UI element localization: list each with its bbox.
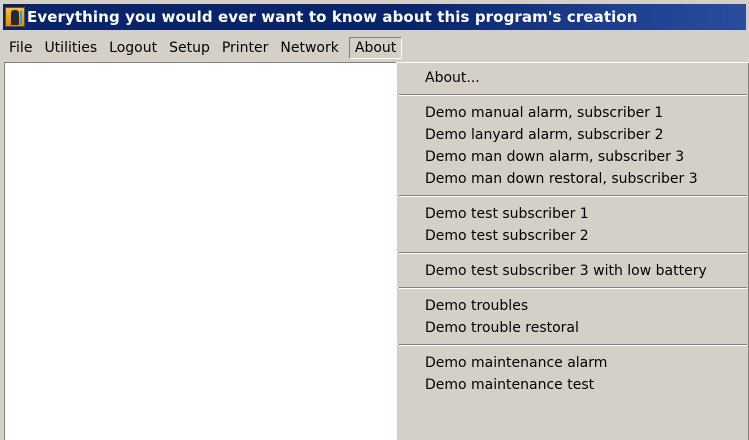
- menu-item-demo-man-down-alarm[interactable]: Demo man down alarm, subscriber 3: [397, 146, 749, 168]
- menu-separator: [399, 94, 747, 96]
- window-title: Everything you would ever want to know a…: [27, 8, 638, 26]
- about-dropdown-menu: About... Demo manual alarm, subscriber 1…: [396, 62, 749, 440]
- menu-logout[interactable]: Logout: [103, 37, 163, 59]
- menu-item-demo-test-subscriber-1[interactable]: Demo test subscriber 1: [397, 203, 749, 225]
- menu-network[interactable]: Network: [274, 37, 344, 59]
- menu-utilities[interactable]: Utilities: [38, 37, 103, 59]
- menu-item-demo-test-subscriber-2[interactable]: Demo test subscriber 2: [397, 225, 749, 247]
- title-bar[interactable]: Everything you would ever want to know a…: [3, 4, 746, 30]
- door-shape: [11, 10, 19, 25]
- menu-file[interactable]: File: [3, 37, 38, 59]
- menu-item-demo-maintenance-test[interactable]: Demo maintenance test: [397, 374, 749, 396]
- menu-item-demo-lanyard-alarm[interactable]: Demo lanyard alarm, subscriber 2: [397, 124, 749, 146]
- menu-separator: [399, 287, 747, 289]
- menu-item-demo-trouble-restoral[interactable]: Demo trouble restoral: [397, 317, 749, 339]
- menu-item-about[interactable]: About...: [397, 67, 749, 89]
- app-door-icon[interactable]: [5, 7, 25, 27]
- menu-separator: [399, 195, 747, 197]
- menu-item-demo-test-subscriber-3-low-battery[interactable]: Demo test subscriber 3 with low battery: [397, 260, 749, 282]
- menu-bar: File Utilities Logout Setup Printer Netw…: [3, 36, 746, 60]
- menu-about[interactable]: About: [348, 37, 403, 59]
- menu-separator: [399, 344, 747, 346]
- app-window: Everything you would ever want to know a…: [0, 0, 749, 440]
- menu-item-demo-troubles[interactable]: Demo troubles: [397, 295, 749, 317]
- icon-stripe: [20, 11, 22, 24]
- menu-separator: [399, 252, 747, 254]
- menu-setup[interactable]: Setup: [163, 37, 216, 59]
- menu-item-demo-man-down-restoral[interactable]: Demo man down restoral, subscriber 3: [397, 168, 749, 190]
- menu-item-demo-maintenance-alarm[interactable]: Demo maintenance alarm: [397, 352, 749, 374]
- menu-printer[interactable]: Printer: [216, 37, 275, 59]
- menu-item-demo-manual-alarm[interactable]: Demo manual alarm, subscriber 1: [397, 102, 749, 124]
